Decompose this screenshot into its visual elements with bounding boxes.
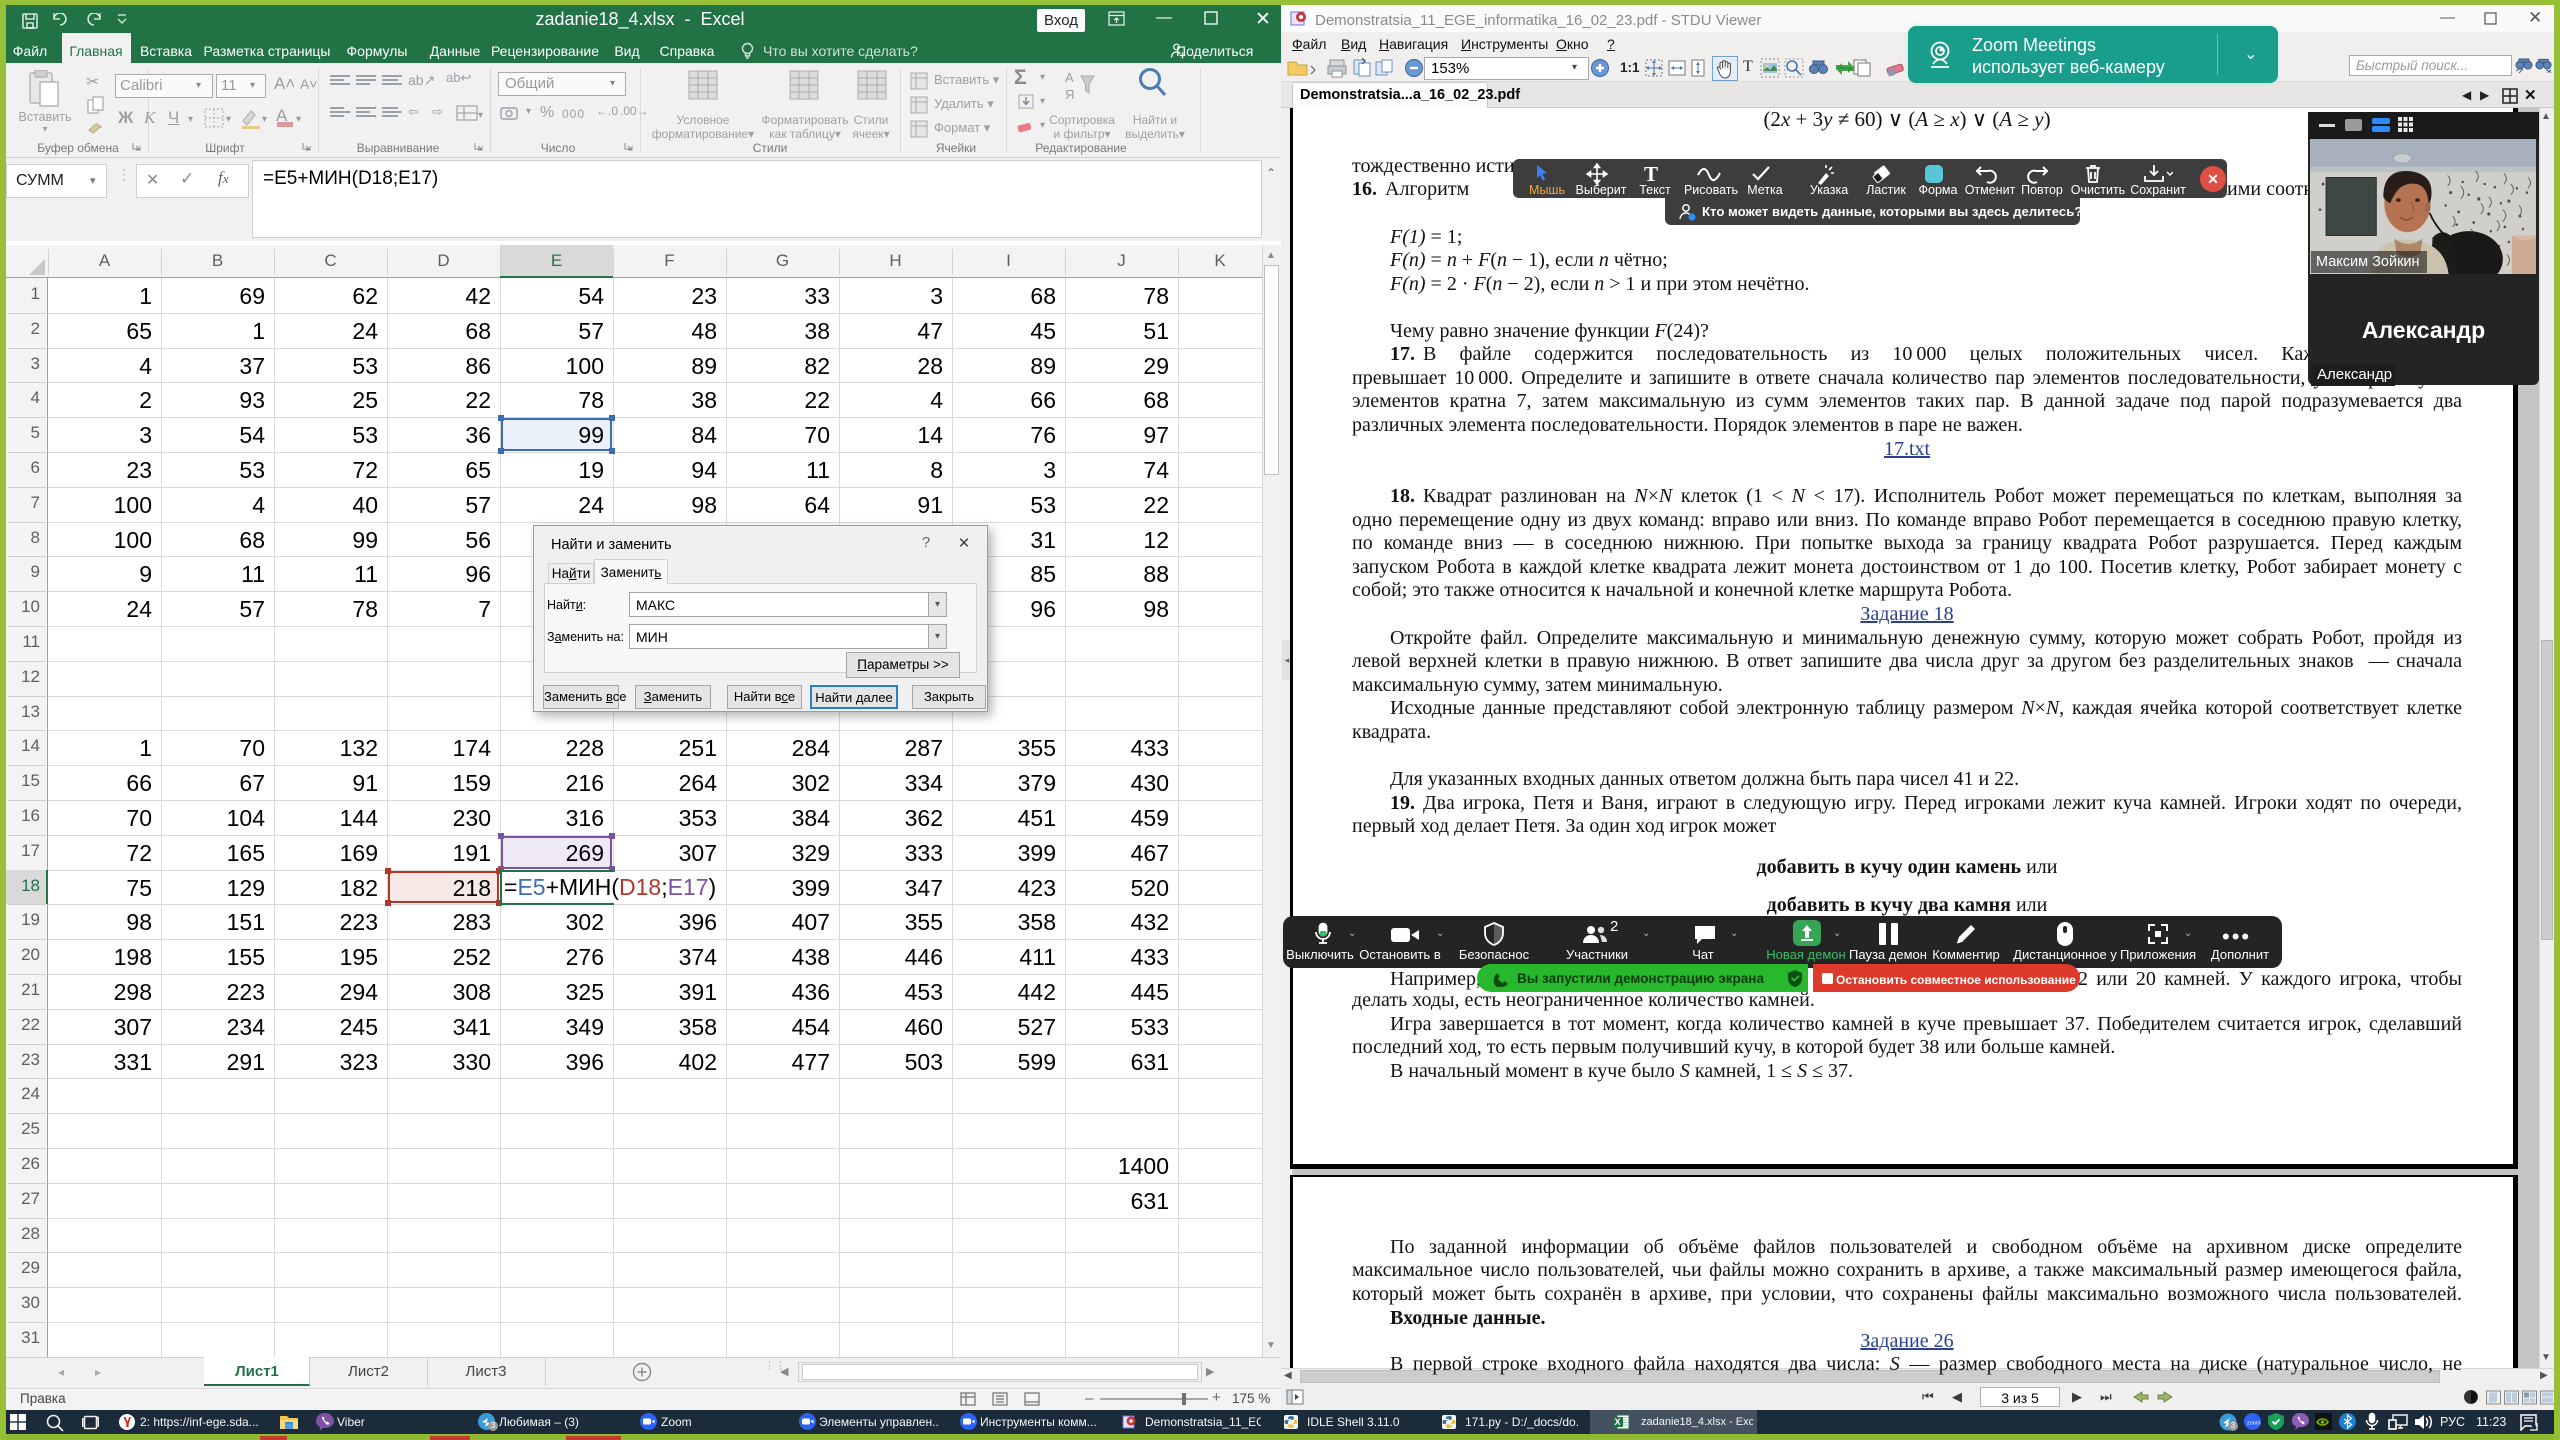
svg-text:Я: Я	[1065, 87, 1074, 102]
svg-text:X: X	[1615, 1417, 1621, 1427]
svg-text:zoom: zoom	[2247, 1421, 2261, 1427]
svg-text:А: А	[1065, 70, 1074, 85]
svg-text:T: T	[1644, 163, 1658, 185]
